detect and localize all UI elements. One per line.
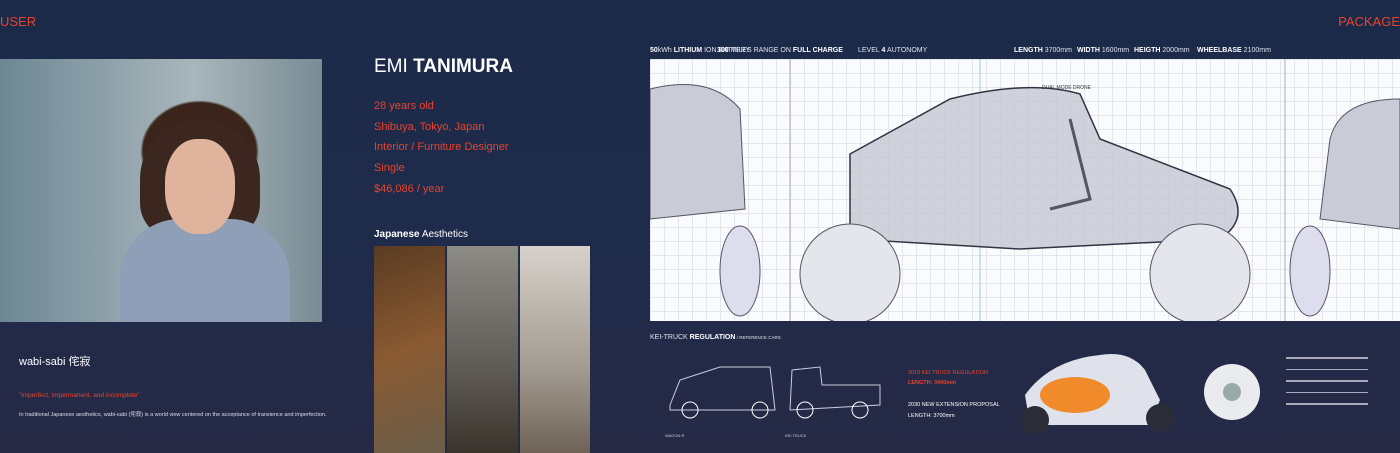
section-user-label: USER — [0, 14, 37, 29]
persona-name: EMI TANIMURA — [374, 56, 513, 77]
aesthetics-image-veranda — [374, 246, 445, 453]
persona-age: 28 years old — [374, 100, 434, 112]
rear-wheel — [719, 225, 761, 317]
truck-wheel — [796, 401, 814, 419]
spec-height: HEIGTH 2000mm — [1134, 47, 1190, 54]
spec-length: LENGTH 3700mm — [1014, 47, 1072, 54]
persona-details: 28 years old Shibuya, Tokyo, Japan Inter… — [374, 96, 509, 200]
drone-hub — [1223, 383, 1241, 401]
aesthetics-heading: Japanese Aesthetics — [374, 229, 468, 240]
proposal-2030: 2030 NEW EXTENSION PROPOSAL — [908, 402, 1000, 408]
vehicle-side-body — [849, 86, 1239, 250]
front-wheel — [799, 223, 901, 321]
package-sketch-board: DUAL MODE DRONE — [650, 59, 1400, 321]
vehicle-render — [1021, 354, 1260, 434]
truck-caption: KEI TRUCK — [785, 433, 807, 438]
section-package-label: PACKAGE — [1338, 14, 1400, 29]
proposal-2030-length: LENGTH: 3700mm — [908, 413, 955, 419]
wabi-sabi-title: wabi-sabi 侘寂 — [19, 356, 91, 368]
truck-outline — [789, 366, 881, 411]
wagon-caption: WAGON R — [665, 433, 685, 438]
back-wheel — [1149, 223, 1251, 321]
vehicle-package-sketch: DUAL MODE DRONE — [650, 59, 1400, 321]
sketch-label: DUAL MODE DRONE — [1042, 85, 1092, 91]
persona-status: Single — [374, 162, 405, 175]
front-view-wheel — [1289, 225, 1331, 317]
persona-photo — [0, 59, 322, 322]
wabi-sabi-description: In traditional Japanese aesthetics, wabi… — [19, 412, 327, 418]
render-description-text — [1286, 357, 1368, 405]
front-view-body — [1319, 98, 1400, 230]
persona-occupation: Interior / Furniture Designer — [374, 141, 509, 154]
render-wheel — [1146, 404, 1174, 432]
spec-width: WIDTH 1600mm — [1077, 47, 1130, 54]
spec-autonomy: LEVEL 4 AUTONOMY — [858, 47, 928, 54]
kei-truck-heading: KEI-TRUCK REGULATION / REFERENCE CARS — [650, 334, 781, 341]
render-wheel — [1021, 406, 1049, 434]
regulation-2018: 2018 KEI TRUCK REGULATION — [908, 370, 988, 376]
regulation-2018-length: LENGTH: 3400mm — [908, 380, 956, 386]
aesthetics-image-bathroom — [520, 246, 590, 453]
aesthetics-image-stool — [447, 246, 518, 453]
truck-wheel — [851, 401, 869, 419]
render-glow — [1040, 377, 1110, 413]
persona-location: Shibuya, Tokyo, Japan — [374, 120, 485, 133]
persona-income: $46,086 / year — [374, 182, 445, 195]
spec-range: 300 MILES RANGE ON FULL CHARGE — [717, 47, 843, 54]
wabi-sabi-quote: "imperfect, impermanent, and incomplete" — [19, 392, 140, 399]
spec-wheelbase: WHEELBASE 2100mm — [1197, 47, 1271, 54]
rear-view-body — [650, 84, 746, 220]
reference-cars-blueprint: WAGON R KEI TRUCK — [665, 366, 881, 438]
